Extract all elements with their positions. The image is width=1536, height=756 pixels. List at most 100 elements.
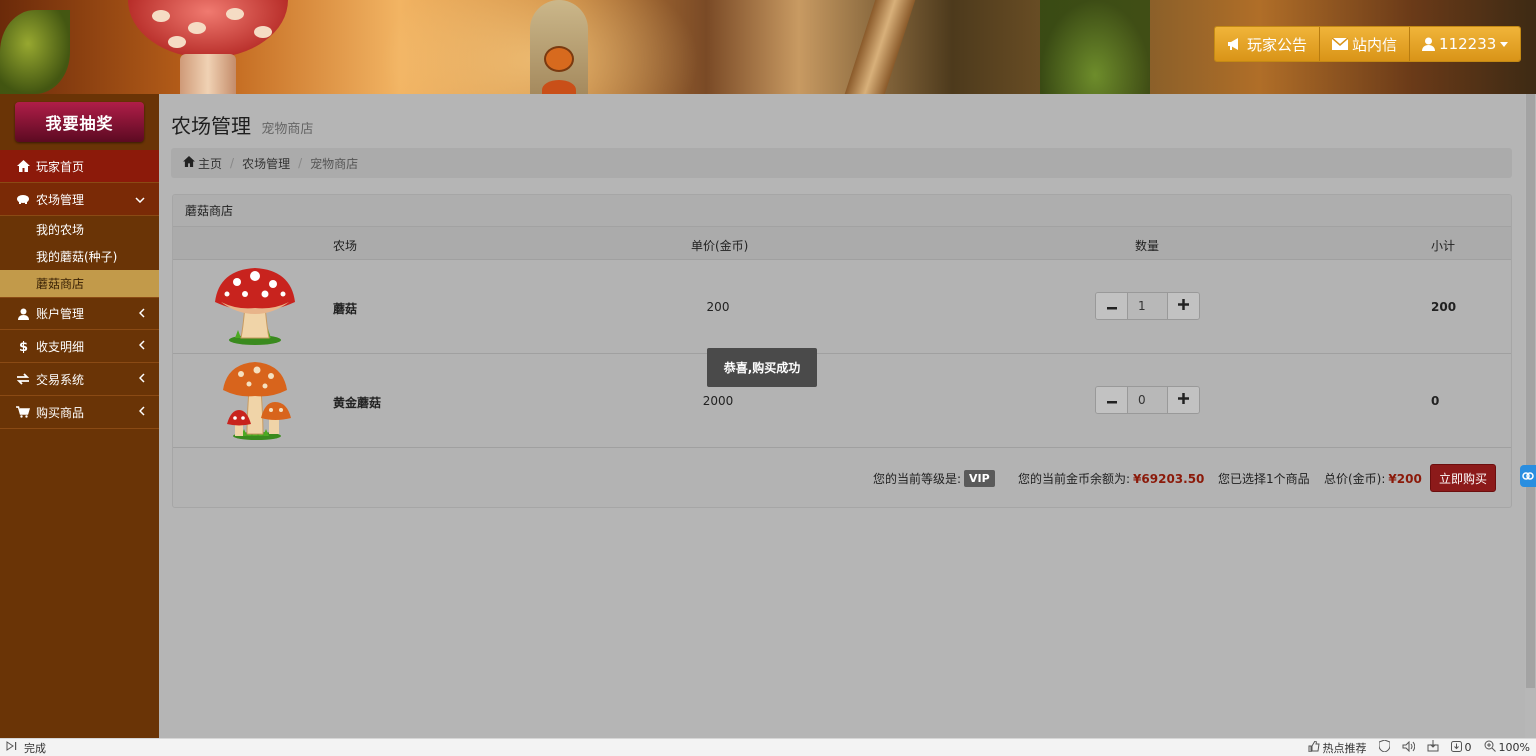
user-label: 112233	[1439, 35, 1497, 53]
thumbs-up-icon	[1308, 739, 1320, 755]
user-icon	[1422, 37, 1436, 51]
increment-button[interactable]	[1168, 387, 1199, 413]
sidebar-item-trade[interactable]: 交易系统	[0, 363, 159, 396]
breadcrumb-separator: /	[230, 156, 235, 170]
megaphone-icon	[1227, 37, 1243, 51]
zoom-value: 100%	[1498, 741, 1530, 754]
home-icon	[16, 159, 30, 173]
announcement-label: 玩家公告	[1247, 35, 1308, 54]
quantity-input[interactable]	[1127, 293, 1168, 319]
breadcrumb-current: 宠物商店	[310, 156, 359, 171]
banner-mushroom-stem	[180, 54, 236, 94]
sidebar-subitem-mushroom-shop[interactable]: 蘑菇商店	[0, 270, 159, 297]
page-subtitle: 宠物商店	[261, 122, 314, 137]
svg-text:$: $	[19, 340, 28, 353]
messages-label: 站内信	[1352, 35, 1398, 54]
transfer-icon	[16, 372, 30, 386]
header-banner: 玩家公告 站内信 112233	[0, 0, 1536, 94]
sidebar-item-label: 农场管理	[36, 192, 85, 207]
zoom-level[interactable]: 100%	[1484, 740, 1530, 755]
chevron-left-icon	[138, 372, 145, 386]
decrement-button[interactable]	[1096, 387, 1127, 413]
main-content: 农场管理 宠物商店 主页 / 农场管理 / 宠物商店 蘑菇商店 农场 单价(金币…	[159, 94, 1525, 738]
balance-value: ¥69203.50	[1133, 471, 1205, 486]
announcement-button[interactable]: 玩家公告	[1215, 27, 1321, 61]
row-subtotal: 200	[1431, 300, 1457, 314]
vip-badge: VIP	[964, 470, 995, 487]
page-title: 农场管理 宠物商店	[171, 110, 313, 139]
status-right: 热点推荐 0 100%	[1308, 739, 1530, 756]
table-row: 蘑菇 200 200	[173, 260, 1511, 354]
chevron-left-icon	[138, 307, 145, 321]
breadcrumb-farm[interactable]: 农场管理	[242, 155, 290, 172]
minus-icon	[1106, 299, 1117, 313]
balance-info: 您的当前金币余额为: ¥69203.50	[1018, 470, 1204, 487]
sidebar: 我要抽奖 玩家首页 农场管理 我的农场 我的蘑菇(种子) 蘑菇商店 账户管理 $	[0, 94, 159, 738]
sidebar-item-label: 交易系统	[36, 372, 85, 387]
col-price: 单价(金币)	[691, 239, 749, 253]
col-qty: 数量	[1135, 239, 1160, 253]
breadcrumb-home-label: 主页	[198, 156, 223, 171]
sidebar-item-purchase[interactable]: 购买商品	[0, 396, 159, 429]
sidebar-subitem-my-mushrooms[interactable]: 我的蘑菇(种子)	[0, 243, 159, 270]
status-text: 完成	[24, 741, 46, 755]
row-subtotal: 0	[1431, 394, 1440, 408]
farm-submenu: 我的农场 我的蘑菇(种子) 蘑菇商店	[0, 216, 159, 297]
lottery-button[interactable]: 我要抽奖	[15, 102, 144, 142]
orange-mushroom-image	[213, 360, 297, 442]
sidebar-subitem-my-farm[interactable]: 我的农场	[0, 216, 159, 243]
hot-recommend[interactable]: 热点推荐	[1308, 739, 1367, 756]
user-icon	[16, 307, 30, 321]
shop-panel: 蘑菇商店 农场 单价(金币) 数量 小计 蘑菇 200 1 200 黄金蘑菇 2…	[172, 194, 1512, 508]
product-price: 2000	[702, 394, 734, 408]
banner-mushroom-cap	[128, 0, 288, 58]
success-toast: 恭喜,购买成功	[707, 348, 817, 387]
scrollbar-thumb[interactable]	[1526, 94, 1535, 688]
download-icon[interactable]	[1427, 740, 1439, 755]
buy-now-button[interactable]: 立即购买	[1430, 464, 1496, 492]
panel-heading: 蘑菇商店	[173, 195, 1511, 227]
downloads-count[interactable]: 0	[1450, 740, 1472, 755]
increment-button[interactable]	[1168, 293, 1199, 319]
quantity-input[interactable]	[1127, 387, 1168, 413]
page-status-icon	[6, 741, 18, 754]
sidebar-item-finance[interactable]: $ 收支明细	[0, 330, 159, 363]
sidebar-item-label: 账户管理	[36, 307, 85, 321]
user-menu-button[interactable]: 112233	[1410, 27, 1521, 61]
top-nav: 玩家公告 站内信 112233	[1214, 26, 1522, 62]
sidebar-item-label: 玩家首页	[36, 159, 85, 174]
col-subtotal: 小计	[1431, 239, 1456, 253]
shield-icon[interactable]	[1378, 739, 1391, 755]
sidebar-item-label: 收支明细	[36, 339, 85, 354]
browser-statusbar: 完成 热点推荐 0 100%	[0, 738, 1536, 756]
plus-icon	[1178, 393, 1189, 407]
total-value: ¥200	[1388, 471, 1422, 486]
sidebar-item-account[interactable]: 账户管理	[0, 297, 159, 330]
status-left: 完成	[0, 740, 46, 756]
breadcrumb-home[interactable]: 主页	[183, 155, 222, 172]
speaker-icon[interactable]	[1402, 740, 1415, 755]
sidebar-item-farm[interactable]: 农场管理	[0, 183, 159, 216]
banner-house	[530, 0, 588, 94]
table-header: 农场 单价(金币) 数量 小计	[173, 227, 1511, 260]
banner-bamboo	[844, 0, 916, 94]
total-info: 总价(金币): ¥200	[1324, 470, 1422, 487]
home-icon	[183, 156, 195, 170]
zoom-icon	[1484, 740, 1496, 755]
downloads-value: 0	[1464, 741, 1472, 754]
selected-count: 您已选择1个商品	[1218, 472, 1310, 486]
quantity-stepper	[1095, 386, 1200, 414]
share-widget-icon[interactable]	[1520, 465, 1536, 487]
plus-icon	[1178, 299, 1189, 313]
messages-button[interactable]: 站内信	[1320, 27, 1411, 61]
sidebar-item-home[interactable]: 玩家首页	[0, 150, 159, 183]
lottery-wrap: 我要抽奖	[0, 94, 159, 150]
total-label: 总价(金币):	[1324, 472, 1386, 486]
balance-label: 您的当前金币余额为:	[1018, 472, 1131, 486]
decrement-button[interactable]	[1096, 293, 1127, 319]
quantity-stepper	[1095, 292, 1200, 320]
banner-foliage	[1040, 0, 1150, 94]
chevron-left-icon	[138, 405, 145, 419]
breadcrumb: 主页 / 农场管理 / 宠物商店	[171, 148, 1512, 178]
page-scrollbar[interactable]	[1525, 94, 1536, 738]
